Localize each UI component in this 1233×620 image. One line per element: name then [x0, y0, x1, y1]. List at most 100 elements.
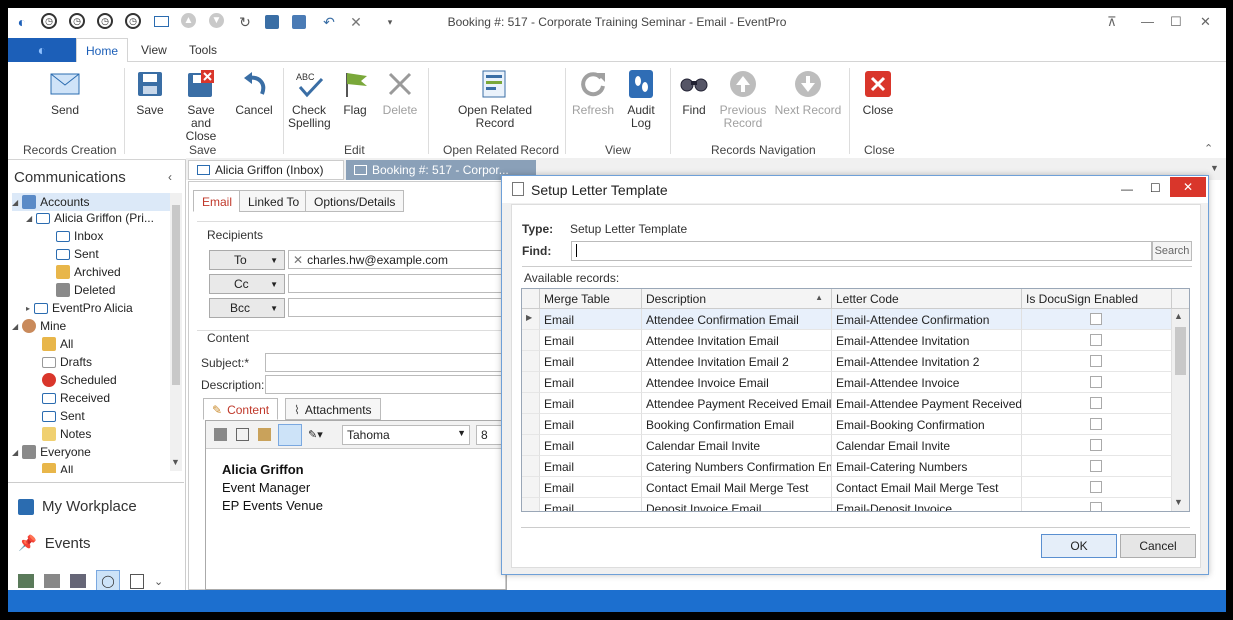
- cell-description[interactable]: Attendee Invoice Email: [642, 372, 832, 393]
- docusign-checkbox[interactable]: [1090, 397, 1102, 409]
- find-button[interactable]: Find: [677, 68, 711, 117]
- file-tab[interactable]: ◐: [8, 38, 76, 62]
- remove-recipient-icon[interactable]: ✕: [293, 253, 303, 267]
- scrollbar-thumb[interactable]: [172, 205, 180, 385]
- cell-letter-code[interactable]: Email-Attendee Invoice: [832, 372, 1022, 393]
- tree-scrollbar[interactable]: ▼: [170, 193, 182, 471]
- pin-icon[interactable]: ⊼: [1107, 14, 1117, 30]
- send-button[interactable]: Send: [44, 68, 86, 117]
- expand-icon[interactable]: ◢: [26, 214, 32, 223]
- tree-item-inbox[interactable]: Inbox: [56, 229, 103, 243]
- communications-icon[interactable]: ◯: [96, 570, 120, 592]
- delete-button[interactable]: Delete: [380, 68, 420, 117]
- bcc-field[interactable]: [288, 298, 507, 317]
- docusign-checkbox[interactable]: [1090, 481, 1102, 493]
- clipboard-icon[interactable]: [130, 573, 144, 589]
- minimize-icon[interactable]: —: [1141, 14, 1154, 29]
- cell-letter-code[interactable]: Email-Attendee Invitation: [832, 330, 1022, 351]
- tab-attachments[interactable]: ⌇ Attachments: [285, 398, 381, 420]
- flag-button[interactable]: Flag: [338, 68, 372, 117]
- tab-menu-icon[interactable]: ▼: [1210, 163, 1219, 173]
- docusign-checkbox[interactable]: [1090, 334, 1102, 346]
- next-record-button[interactable]: Next Record: [774, 68, 842, 117]
- cell-merge-table[interactable]: Email: [540, 309, 642, 330]
- dialog-close-button[interactable]: ✕: [1170, 177, 1206, 197]
- bcc-button[interactable]: Bcc ▼: [209, 298, 285, 318]
- find-input[interactable]: [571, 241, 1152, 261]
- cell-merge-table[interactable]: Email: [540, 351, 642, 372]
- cell-description[interactable]: Catering Numbers Confirmation Email: [642, 456, 832, 477]
- tree-item-sent-mine[interactable]: Sent: [42, 409, 85, 423]
- cell-merge-table[interactable]: Email: [540, 372, 642, 393]
- expand-icon[interactable]: ◢: [12, 448, 18, 457]
- cc-field[interactable]: [288, 274, 507, 293]
- tree-item-alicia-griffon[interactable]: ◢ Alicia Griffon (Pri...: [26, 211, 154, 225]
- cell-description[interactable]: Calendar Email Invite: [642, 435, 832, 456]
- print-icon[interactable]: [236, 428, 249, 441]
- check-spelling-button[interactable]: ABC Check Spelling: [288, 68, 331, 130]
- cell-description[interactable]: Deposit Invoice Email: [642, 498, 832, 511]
- calendar-icon[interactable]: [18, 574, 34, 588]
- maximize-icon[interactable]: ☐: [1150, 181, 1161, 195]
- tree-item-notes[interactable]: Notes: [42, 427, 91, 441]
- cell-merge-table[interactable]: Email: [540, 498, 642, 511]
- cell-letter-code[interactable]: Calendar Email Invite: [832, 435, 1022, 456]
- merge-field-icon[interactable]: ✎▾: [308, 428, 323, 441]
- row-indicator[interactable]: [522, 330, 540, 351]
- docusign-checkbox[interactable]: [1090, 355, 1102, 367]
- docusign-checkbox[interactable]: [1090, 439, 1102, 451]
- row-indicator[interactable]: [522, 456, 540, 477]
- row-indicator[interactable]: [522, 498, 540, 511]
- open-template-icon[interactable]: [278, 424, 302, 446]
- save-button[interactable]: Save: [132, 68, 168, 117]
- tree-item-all-everyone[interactable]: All: [42, 463, 73, 473]
- tab-home[interactable]: Home: [76, 38, 128, 63]
- tree-item-sent[interactable]: Sent: [56, 247, 99, 261]
- tab-email[interactable]: Email: [193, 190, 242, 212]
- tree-item-everyone[interactable]: ◢ Everyone: [12, 445, 91, 459]
- tree-item-archived[interactable]: Archived: [56, 265, 121, 279]
- venue-icon[interactable]: [44, 574, 60, 588]
- to-field[interactable]: ✕ charles.hw@example.com: [288, 250, 507, 269]
- scroll-down-icon[interactable]: ▼: [1174, 497, 1183, 507]
- tab-linked-to[interactable]: Linked To: [239, 190, 309, 212]
- open-related-record-button[interactable]: Open Related Record: [452, 68, 538, 130]
- tree-item-received[interactable]: Received: [42, 391, 110, 405]
- column-letter-code[interactable]: Letter Code: [832, 289, 1022, 309]
- tree-item-all[interactable]: All: [42, 337, 73, 351]
- row-indicator[interactable]: [522, 393, 540, 414]
- tab-options-details[interactable]: Options/Details: [305, 190, 405, 212]
- contacts-icon[interactable]: [70, 574, 86, 588]
- cell-letter-code[interactable]: Email-Attendee Payment Received: [832, 393, 1022, 414]
- cell-merge-table[interactable]: Email: [540, 456, 642, 477]
- font-select[interactable]: Tahoma ▼: [342, 425, 470, 445]
- collapse-ribbon-icon[interactable]: ⌃: [1204, 142, 1213, 155]
- audit-log-button[interactable]: Audit Log: [622, 68, 660, 130]
- docusign-checkbox[interactable]: [1090, 460, 1102, 472]
- maximize-icon[interactable]: ☐: [1170, 14, 1182, 30]
- cell-merge-table[interactable]: Email: [540, 477, 642, 498]
- row-indicator[interactable]: [522, 351, 540, 372]
- docusign-checkbox[interactable]: [1090, 313, 1102, 325]
- docusign-checkbox[interactable]: [1090, 418, 1102, 430]
- cell-letter-code[interactable]: Email-Catering Numbers: [832, 456, 1022, 477]
- tree-item-deleted[interactable]: Deleted: [56, 283, 115, 297]
- cell-letter-code[interactable]: Email-Attendee Invitation 2: [832, 351, 1022, 372]
- email-body[interactable]: Alicia Griffon Event Manager EP Events V…: [222, 461, 323, 515]
- cell-letter-code[interactable]: Email-Deposit Invoice: [832, 498, 1022, 511]
- search-button[interactable]: Search: [1152, 241, 1192, 261]
- description-field[interactable]: [265, 375, 507, 394]
- cell-merge-table[interactable]: Email: [540, 393, 642, 414]
- tab-content[interactable]: ✎ Content: [203, 398, 279, 420]
- save-icon[interactable]: [214, 428, 227, 441]
- cancel-button[interactable]: Cancel: [1120, 534, 1196, 558]
- tab-view[interactable]: View: [141, 43, 167, 57]
- row-indicator[interactable]: [522, 372, 540, 393]
- row-indicator[interactable]: ▶: [522, 309, 540, 330]
- cell-letter-code[interactable]: Contact Email Mail Merge Test: [832, 477, 1022, 498]
- tab-alicia-inbox[interactable]: Alicia Griffon (Inbox): [188, 160, 344, 180]
- column-description[interactable]: Description ▲: [642, 289, 832, 309]
- cell-letter-code[interactable]: Email-Attendee Confirmation: [832, 309, 1022, 330]
- minimize-icon[interactable]: —: [1121, 182, 1133, 196]
- to-button[interactable]: To ▼: [209, 250, 285, 270]
